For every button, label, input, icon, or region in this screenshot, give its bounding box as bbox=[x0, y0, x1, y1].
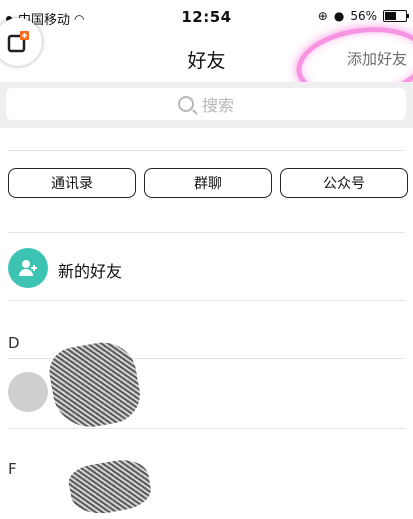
search-input[interactable]: 搜索 bbox=[6, 88, 406, 120]
new-friends-avatar bbox=[8, 248, 48, 288]
redaction-scribble bbox=[45, 337, 145, 433]
tab-groups[interactable]: 群聊 bbox=[144, 168, 272, 198]
category-tabs: 通讯录 群聊 公众号 bbox=[0, 168, 413, 200]
divider bbox=[8, 428, 405, 429]
new-friends-row[interactable]: 新的好友 bbox=[0, 242, 413, 294]
battery-icon bbox=[383, 10, 409, 22]
section-header-d: D bbox=[8, 334, 20, 352]
add-person-icon bbox=[19, 260, 37, 276]
new-friends-label: 新的好友 bbox=[58, 262, 123, 281]
divider bbox=[8, 232, 405, 233]
tab-contacts[interactable]: 通讯录 bbox=[8, 168, 136, 198]
spacer bbox=[0, 128, 413, 160]
search-placeholder: 搜索 bbox=[201, 96, 234, 115]
status-right: ⊕ ● 56% bbox=[317, 9, 409, 23]
tab-official-accounts[interactable]: 公众号 bbox=[280, 168, 408, 198]
section-header-f: F bbox=[8, 460, 17, 478]
search-bar: 搜索 bbox=[0, 82, 413, 128]
divider bbox=[8, 300, 405, 301]
contact-avatar bbox=[8, 372, 48, 412]
search-icon bbox=[177, 96, 194, 112]
alarm-icon: ● bbox=[333, 9, 345, 23]
battery-fill bbox=[385, 12, 397, 20]
contact-row[interactable] bbox=[0, 337, 413, 433]
alphabet-index[interactable] bbox=[405, 165, 413, 485]
divider bbox=[8, 150, 405, 151]
lock-rotation-icon: ⊕ bbox=[317, 9, 328, 23]
battery-percent: 56% bbox=[350, 9, 377, 23]
redaction-scribble bbox=[66, 455, 154, 519]
